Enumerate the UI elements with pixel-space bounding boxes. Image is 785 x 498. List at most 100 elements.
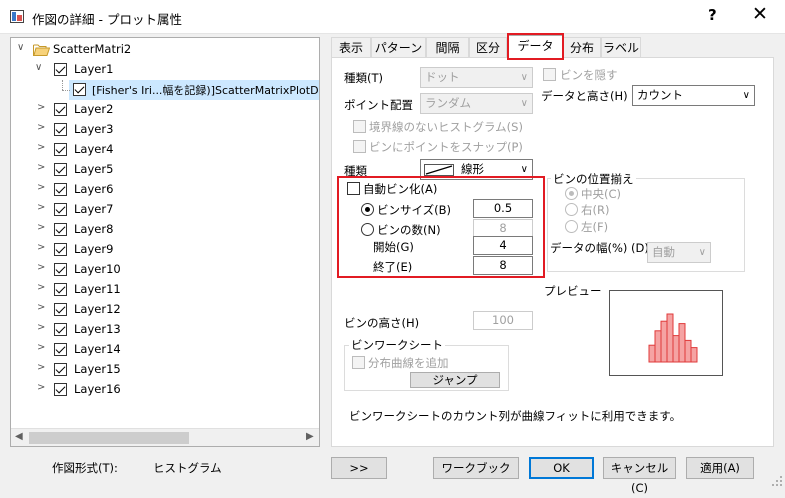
chevron-right-icon[interactable]: > [37,242,45,253]
add-curve-label: 分布曲線を追加 [368,356,449,370]
workbook-button[interactable]: ワークブック [433,457,519,479]
bin-height-input[interactable]: 100 [473,311,533,330]
tab-label[interactable]: ラベル [601,37,641,58]
layer-tree[interactable]: ∨ ScatterMatri2 ∨ Layer1 [Fisher's Iri..… [10,37,320,447]
tree-item-layer[interactable]: > Layer15 [11,360,319,380]
tree-item-layer1[interactable]: ∨ Layer1 [11,60,319,80]
resize-grip-icon[interactable] [771,475,783,487]
chevron-down-icon: ∨ [520,72,528,83]
tab-display[interactable]: 表示 [331,37,371,58]
chevron-right-icon[interactable]: > [37,342,45,353]
tree-item-layer[interactable]: > Layer12 [11,300,319,320]
help-button[interactable]: ? [708,6,717,24]
type-select-value: ドット [425,70,460,84]
tree-item-plot[interactable]: [Fisher's Iri...幅を記録)]ScatterMatrixPlotD… [69,80,319,100]
jump-button[interactable]: ジャンプ [410,372,500,388]
bin-size-radio[interactable] [361,203,374,216]
close-button[interactable]: ✕ [752,3,768,25]
layer-checkbox[interactable] [54,163,67,176]
tree-item-layer[interactable]: > Layer11 [11,280,319,300]
layer-checkbox[interactable] [54,283,67,296]
add-curve-checkbox[interactable] [352,356,365,369]
layer-checkbox[interactable] [54,143,67,156]
tree-item-layer[interactable]: > Layer6 [11,180,319,200]
chevron-right-icon[interactable]: > [37,382,45,393]
chevron-right-icon[interactable]: > [37,362,45,373]
tree-item-layer[interactable]: > Layer13 [11,320,319,340]
layer-checkbox[interactable] [54,323,67,336]
scroll-right-icon[interactable]: ▶ [306,431,314,442]
layer-checkbox[interactable] [54,363,67,376]
align-left-label: 左(F) [581,220,609,234]
layer-checkbox[interactable] [54,343,67,356]
chevron-right-icon[interactable]: > [37,102,45,113]
layer-checkbox[interactable] [54,123,67,136]
tree-item-layer[interactable]: > Layer5 [11,160,319,180]
layer1-checkbox[interactable] [54,63,67,76]
bin-size-input[interactable]: 0.5 [473,199,533,218]
point-layout-select[interactable]: ランダム ∨ [420,93,533,114]
align-left-radio[interactable] [565,220,578,233]
align-right-radio[interactable] [565,203,578,216]
plot-type-value: ヒストグラム [153,461,222,475]
layer1-label: Layer1 [74,62,114,76]
layer-checkbox[interactable] [54,203,67,216]
auto-bin-checkbox[interactable] [347,182,360,195]
tree-item-layer[interactable]: > Layer16 [11,380,319,400]
tree-item-layer[interactable]: > Layer14 [11,340,319,360]
chevron-down-icon[interactable]: ∨ [35,62,42,73]
tree-item-layer[interactable]: > Layer3 [11,120,319,140]
tab-division[interactable]: 区分 [469,37,507,58]
plot-checkbox[interactable] [73,83,86,96]
chevron-right-icon[interactable]: > [37,322,45,333]
scroll-left-icon[interactable]: ◀ [15,431,23,442]
chevron-right-icon[interactable]: > [37,282,45,293]
start-input[interactable]: 4 [473,236,533,255]
tree-item-layer[interactable]: > Layer7 [11,200,319,220]
layer-checkbox[interactable] [54,303,67,316]
tree-item-layer[interactable]: > Layer8 [11,220,319,240]
layer-checkbox[interactable] [54,223,67,236]
folder-icon [33,44,50,56]
chevron-right-icon[interactable]: > [37,302,45,313]
tree-item-layer[interactable]: > Layer4 [11,140,319,160]
tree-item-layer[interactable]: > Layer10 [11,260,319,280]
align-center-radio[interactable] [565,187,578,200]
type-select[interactable]: ドット ∨ [420,67,533,88]
layer-checkbox[interactable] [54,183,67,196]
chevron-right-icon[interactable]: > [37,262,45,273]
data-width-select[interactable]: 自動 ∨ [647,242,711,263]
tree-root[interactable]: ∨ ScatterMatri2 [11,40,319,60]
apply-button[interactable]: 適用(A) [686,457,754,479]
ok-button[interactable]: OK [529,457,594,479]
tab-spacing[interactable]: 間隔 [426,37,469,58]
chevron-right-icon[interactable]: > [37,182,45,193]
chevron-right-icon[interactable]: > [37,122,45,133]
tab-distribution[interactable]: 分布 [563,37,601,58]
tab-pattern[interactable]: パターン [371,37,426,58]
scroll-thumb[interactable] [29,432,189,444]
more-button[interactable]: >> [331,457,387,479]
plot-label: [Fisher's Iri...幅を記録)]ScatterMatrixPlotD… [92,84,320,97]
chevron-right-icon[interactable]: > [37,162,45,173]
start-label: 開始(G) [373,240,414,254]
end-input[interactable]: 8 [473,256,533,275]
data-height-select[interactable]: カウント ∨ [632,85,755,106]
bin-count-radio[interactable] [361,223,374,236]
preview-bar [672,335,680,363]
snap-points-checkbox[interactable] [353,140,366,153]
horizontal-scrollbar[interactable]: ◀ ▶ [11,428,319,446]
layer-checkbox[interactable] [54,383,67,396]
tree-item-layer[interactable]: > Layer9 [11,240,319,260]
layer-checkbox[interactable] [54,263,67,276]
tree-item-layer[interactable]: > Layer2 [11,100,319,120]
hide-bins-checkbox[interactable] [543,68,556,81]
chevron-right-icon[interactable]: > [37,222,45,233]
borderless-hist-checkbox[interactable] [353,120,366,133]
chevron-right-icon[interactable]: > [37,202,45,213]
layer-checkbox[interactable] [54,243,67,256]
chevron-down-icon[interactable]: ∨ [17,42,24,53]
layer-checkbox[interactable] [54,103,67,116]
cancel-button[interactable]: キャンセル(C) [603,457,676,495]
chevron-right-icon[interactable]: > [37,142,45,153]
